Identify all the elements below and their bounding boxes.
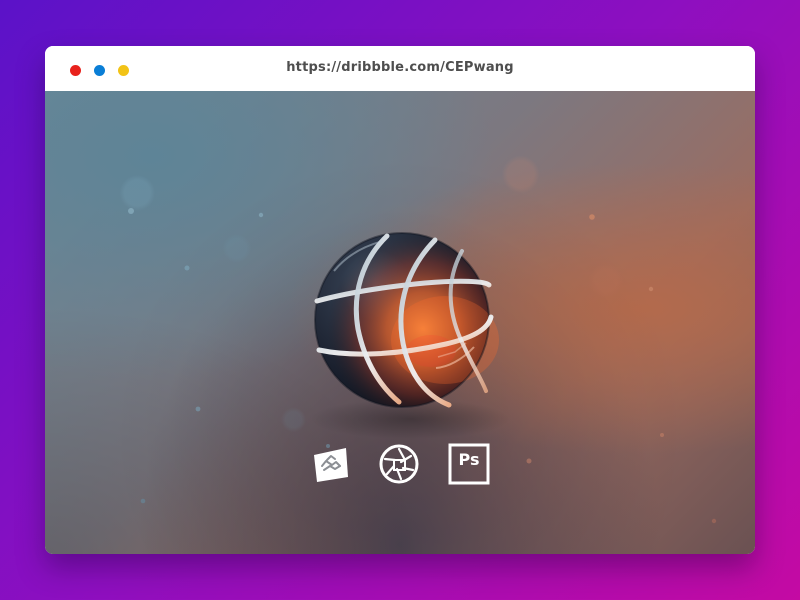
basketball bbox=[314, 232, 499, 408]
keyshot-icon bbox=[309, 442, 353, 486]
address-text[interactable]: https://dribbble.com/CEPwang bbox=[45, 60, 755, 75]
title-bar: https://dribbble.com/CEPwang bbox=[45, 46, 755, 91]
tool-icons: Ps bbox=[309, 442, 491, 486]
photoshop-label: Ps bbox=[458, 450, 480, 469]
photoshop-icon: Ps bbox=[447, 442, 491, 486]
aperture-icon bbox=[377, 442, 421, 486]
browser-window: https://dribbble.com/CEPwang Ps bbox=[45, 46, 755, 554]
basketball-shot: Ps bbox=[45, 91, 755, 554]
